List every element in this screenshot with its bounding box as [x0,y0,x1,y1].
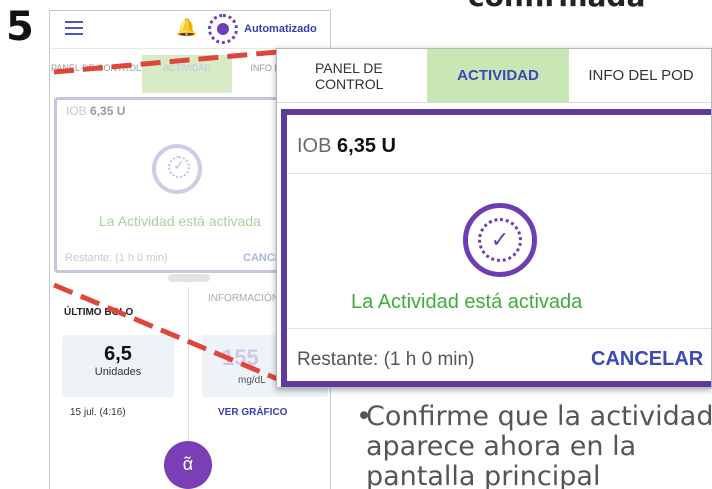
zoom-tab-activity[interactable]: ACTIVIDAD [427,49,569,103]
instruction-line-2: aparece ahora en la [366,431,637,462]
callout-line-bottom [53,282,281,383]
zoom-tab-bar: PANEL DE CONTROL ACTIVIDAD INFO DEL POD [277,49,711,103]
zoom-tab-dashboard[interactable]: PANEL DE CONTROL [277,49,427,103]
zoom-iob-divider [287,173,711,174]
instruction-text: • Confirme que la actividad aparece ahor… [356,401,712,489]
zoom-iob-value: 6,35 U [337,135,396,157]
zoom-panel: PANEL DE CONTROL ACTIVIDAD INFO DEL POD … [276,48,712,388]
zoom-bottom-divider [287,328,711,329]
instruction-line-3: pantalla principal [366,461,601,489]
callout-line-top [53,49,279,75]
zoom-tab-pod-info[interactable]: INFO DEL POD [569,49,711,103]
bullet-icon: • [356,401,372,432]
instruction-line-1: Confirme que la actividad [366,401,712,432]
zoom-activity-check-icon: ✓ [463,203,537,277]
zoom-cancel-button[interactable]: CANCELAR [591,348,703,371]
zoom-iob-label: IOB [297,135,332,157]
zoom-activity-card: IOB 6,35 U ✓ La Actividad está activada … [281,109,711,387]
zoom-remaining-time: Restante: (1 h 0 min) [297,349,475,370]
zoom-iob-row: IOB 6,35 U [297,135,396,158]
zoom-activity-status: La Actividad está activada [351,291,583,313]
